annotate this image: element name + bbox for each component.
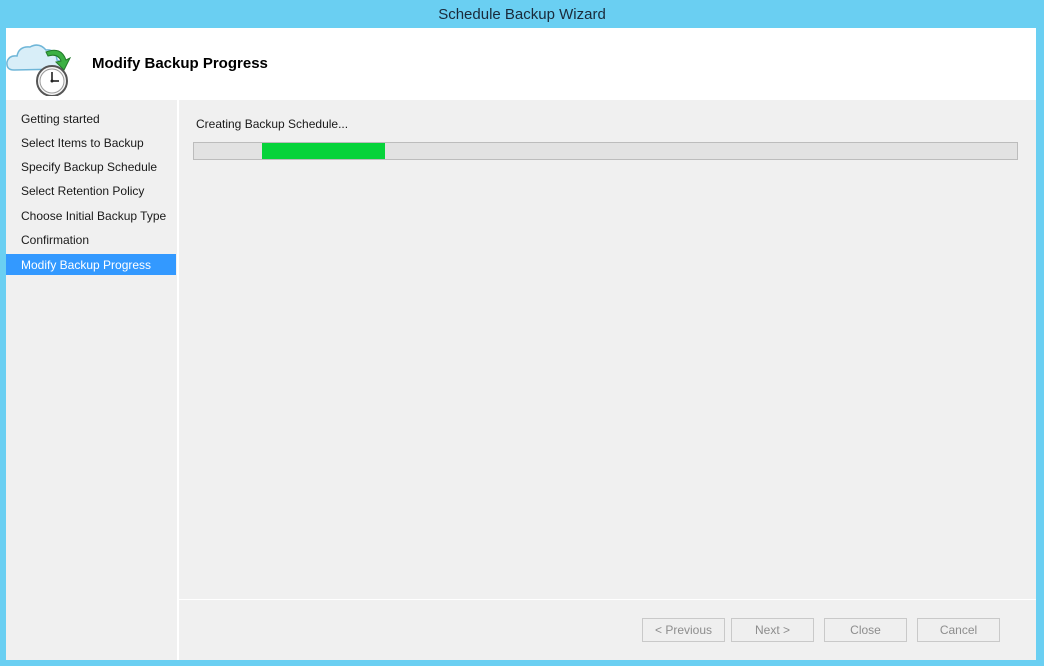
step-specify-schedule[interactable]: Specify Backup Schedule <box>6 156 176 177</box>
step-label: Getting started <box>21 111 100 126</box>
progress-bar <box>193 142 1018 160</box>
step-label: Confirmation <box>21 232 90 247</box>
close-button[interactable]: Close <box>824 618 907 642</box>
step-retention-policy[interactable]: Select Retention Policy <box>6 180 176 201</box>
step-select-items[interactable]: Select Items to Backup <box>6 132 176 153</box>
title-bar[interactable]: Schedule Backup Wizard <box>0 0 1044 28</box>
step-initial-backup-type[interactable]: Choose Initial Backup Type <box>6 205 176 226</box>
step-confirmation[interactable]: Confirmation <box>6 229 176 250</box>
progress-status-text: Creating Backup Schedule... <box>196 117 349 131</box>
wizard-steps-sidebar: Getting started Select Items to Backup S… <box>6 100 178 660</box>
wizard-window: Schedule Backup Wizard Modify Backup Pro <box>0 0 1044 666</box>
step-label: Select Items to Backup <box>21 135 144 150</box>
wizard-header: Modify Backup Progress <box>6 28 1036 100</box>
next-button[interactable]: Next > <box>731 618 814 642</box>
footer-divider <box>179 599 1036 600</box>
step-getting-started[interactable]: Getting started <box>6 108 176 129</box>
window-title: Schedule Backup Wizard <box>438 5 606 23</box>
cancel-button[interactable]: Cancel <box>917 618 1000 642</box>
page-title: Modify Backup Progress <box>92 55 268 72</box>
wizard-client-area: Modify Backup Progress Getting started S… <box>6 28 1036 660</box>
step-label: Modify Backup Progress <box>21 257 152 272</box>
progress-panel: Creating Backup Schedule... <box>179 100 1036 598</box>
progress-bar-fill <box>262 143 385 159</box>
step-label: Choose Initial Backup Type <box>21 208 167 223</box>
previous-button[interactable]: < Previous <box>642 618 725 642</box>
step-label: Select Retention Policy <box>21 183 145 198</box>
step-modify-backup-progress[interactable]: Modify Backup Progress <box>6 254 176 275</box>
cloud-backup-clock-icon <box>6 36 76 97</box>
step-label: Specify Backup Schedule <box>21 159 158 174</box>
